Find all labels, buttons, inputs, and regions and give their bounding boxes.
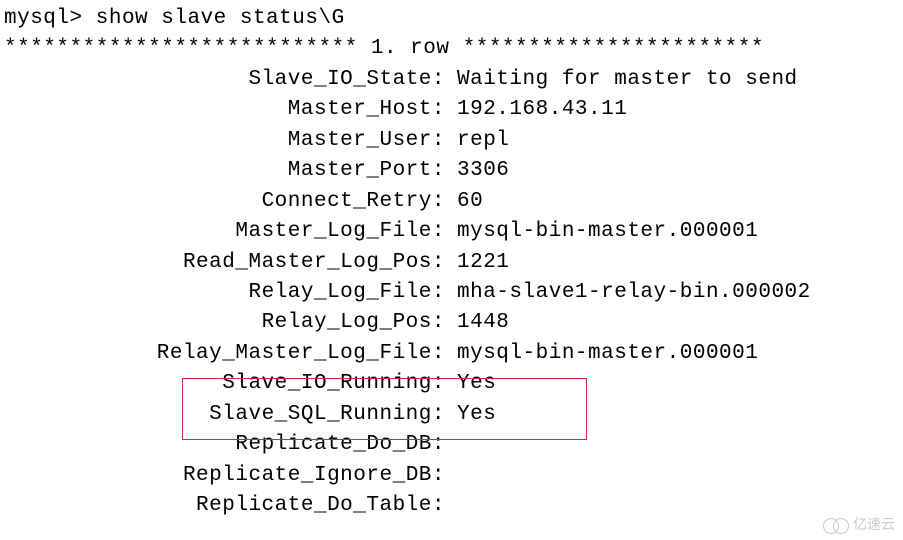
status-value: 1448 xyxy=(457,308,509,338)
status-value: 192.168.43.11 xyxy=(457,95,627,125)
status-label: Master_Host: xyxy=(2,95,457,125)
status-label: Relay_Master_Log_File: xyxy=(2,339,457,369)
separator-center: 1. row xyxy=(371,37,450,60)
status-row: Slave_IO_State: Waiting for master to se… xyxy=(2,65,901,95)
status-value: 60 xyxy=(457,187,483,217)
cloud-icon xyxy=(823,518,849,534)
status-label: Master_Log_File: xyxy=(2,217,457,247)
status-row: Master_Port: 3306 xyxy=(2,156,901,186)
status-label: Replicate_Do_DB: xyxy=(2,430,457,460)
status-value: mysql-bin-master.000001 xyxy=(457,339,758,369)
status-row: Replicate_Do_DB: xyxy=(2,430,901,460)
status-label: Connect_Retry: xyxy=(2,187,457,217)
status-row: Master_User: repl xyxy=(2,126,901,156)
status-row: Relay_Log_Pos: 1448 xyxy=(2,308,901,338)
status-label: Replicate_Do_Table: xyxy=(2,491,457,521)
status-label: Read_Master_Log_Pos: xyxy=(2,248,457,278)
status-row: Replicate_Do_Table: xyxy=(2,491,901,521)
status-value: mha-slave1-relay-bin.000002 xyxy=(457,278,811,308)
status-label: Master_User: xyxy=(2,126,457,156)
status-label: Replicate_Ignore_DB: xyxy=(2,461,457,491)
separator-left: *************************** xyxy=(4,37,358,60)
watermark-text: 亿速云 xyxy=(853,516,895,536)
mysql-prompt: mysql> xyxy=(4,7,83,30)
status-label: Relay_Log_Pos: xyxy=(2,308,457,338)
status-label: Relay_Log_File: xyxy=(2,278,457,308)
status-label: Slave_SQL_Running: xyxy=(2,400,457,430)
status-row: Master_Log_File: mysql-bin-master.000001 xyxy=(2,217,901,247)
status-row: Connect_Retry: 60 xyxy=(2,187,901,217)
status-value: Yes xyxy=(457,369,496,399)
status-label: Slave_IO_Running: xyxy=(2,369,457,399)
command-text: show slave status\G xyxy=(96,7,345,30)
status-row: Slave_SQL_Running: Yes xyxy=(2,400,901,430)
status-value: 1221 xyxy=(457,248,509,278)
status-row: Slave_IO_Running: Yes xyxy=(2,369,901,399)
status-row: Replicate_Ignore_DB: xyxy=(2,461,901,491)
status-row: Read_Master_Log_Pos: 1221 xyxy=(2,248,901,278)
status-value: Waiting for master to send xyxy=(457,65,798,95)
status-label: Master_Port: xyxy=(2,156,457,186)
separator-right: *********************** xyxy=(463,37,764,60)
status-value: Yes xyxy=(457,400,496,430)
row-separator: *************************** 1. row *****… xyxy=(2,34,901,64)
status-value: repl xyxy=(457,126,509,156)
status-value: mysql-bin-master.000001 xyxy=(457,217,758,247)
status-row: Relay_Log_File: mha-slave1-relay-bin.000… xyxy=(2,278,901,308)
status-row: Relay_Master_Log_File: mysql-bin-master.… xyxy=(2,339,901,369)
status-value: 3306 xyxy=(457,156,509,186)
command-line: mysql> show slave status\G xyxy=(2,4,901,34)
status-label: Slave_IO_State: xyxy=(2,65,457,95)
terminal-output: mysql> show slave status\G *************… xyxy=(2,4,901,521)
status-row: Master_Host: 192.168.43.11 xyxy=(2,95,901,125)
watermark: 亿速云 xyxy=(823,516,895,536)
